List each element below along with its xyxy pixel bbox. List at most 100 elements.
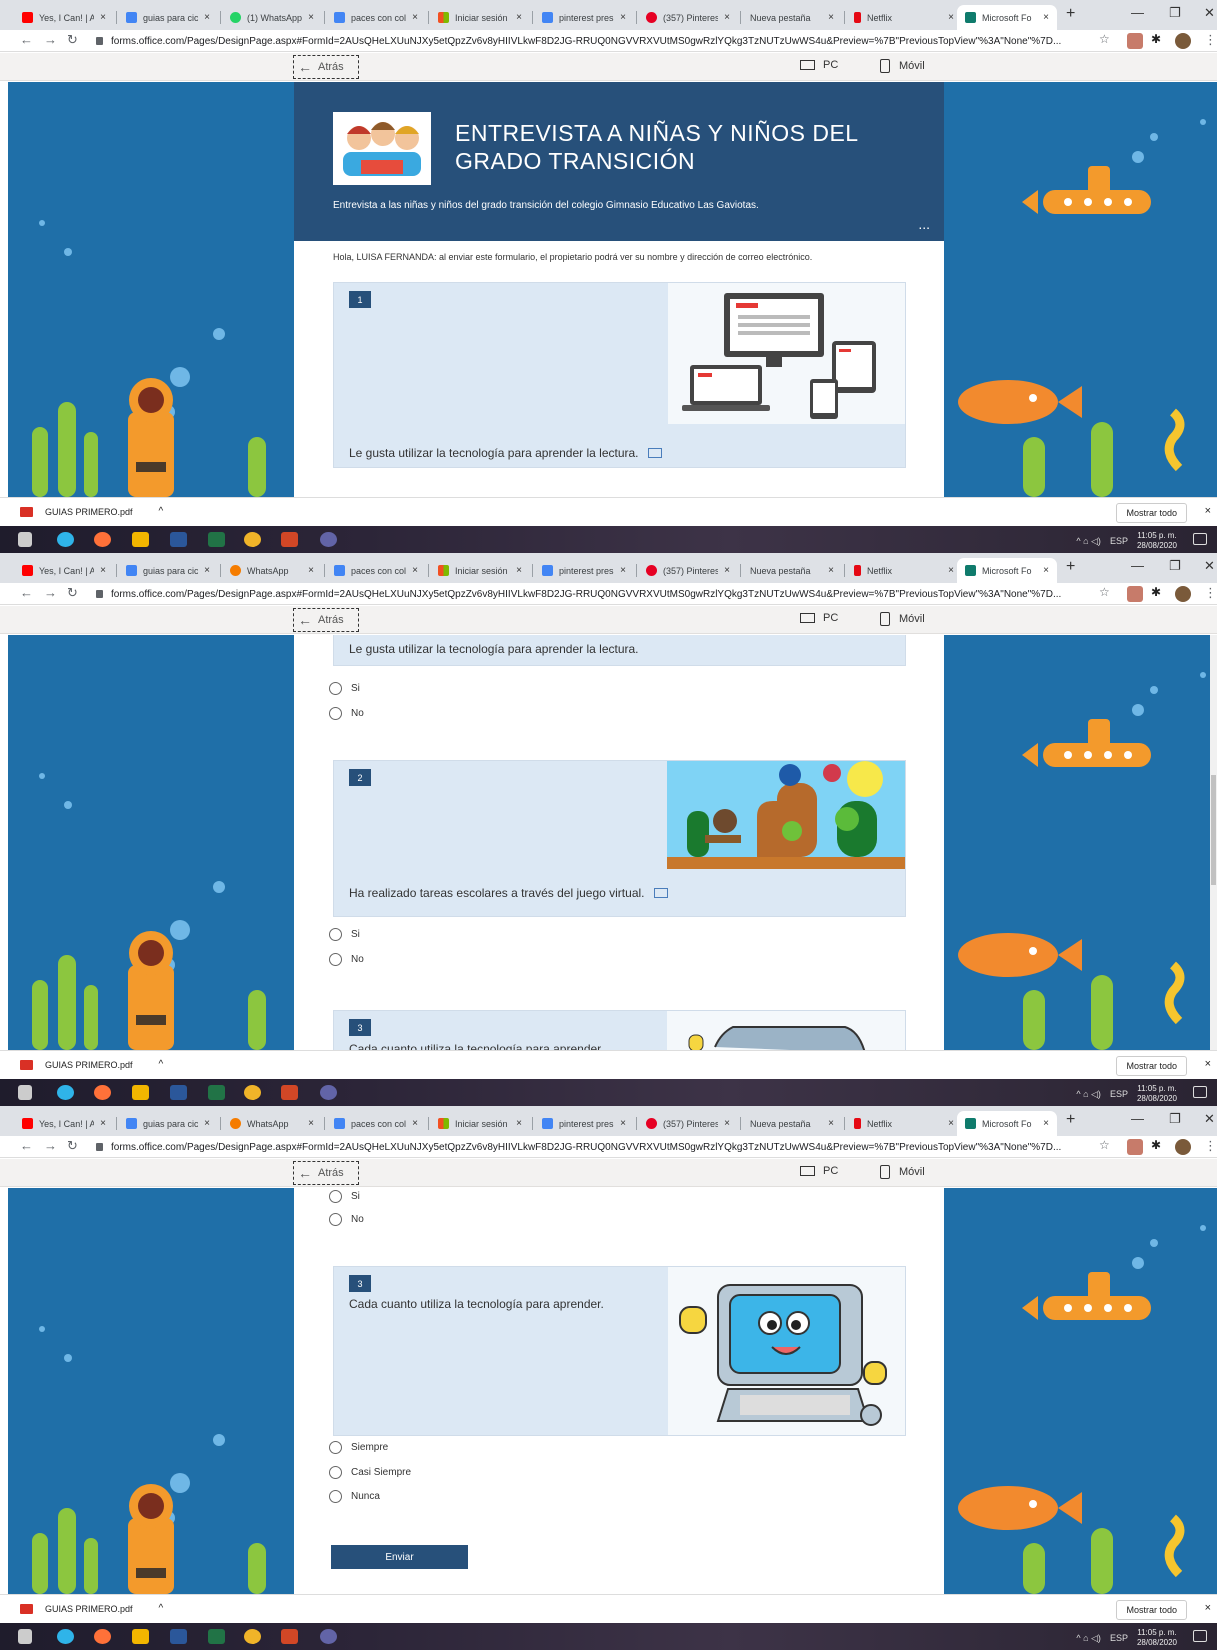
tab-google-pinterest[interactable]: pinterest pres × (534, 1111, 634, 1136)
reload-icon[interactable]: ↻ (67, 1138, 78, 1154)
close-tab-icon[interactable]: × (100, 565, 106, 576)
tab-microsoft-login[interactable]: Iniciar sesión × (430, 558, 530, 583)
option-siempre[interactable]: Siempre (329, 1441, 388, 1454)
notifications-icon[interactable] (1193, 1086, 1207, 1098)
radio-button[interactable] (329, 1213, 342, 1226)
download-item[interactable]: GUIAS PRIMERO.pdf ^ (20, 1059, 163, 1070)
show-all-button[interactable]: Mostrar todo (1116, 1600, 1187, 1620)
url-field[interactable]: forms.office.com/Pages/DesignPage.aspx#F… (96, 1138, 1101, 1156)
caret-up-icon[interactable]: ^ (159, 1059, 164, 1070)
tab-google-paces[interactable]: paces con col × (326, 558, 426, 583)
clock[interactable]: 11:05 p. m. 28/08/2020 (1137, 1084, 1177, 1104)
tab-google-paces[interactable]: paces con col × (326, 5, 426, 30)
notifications-icon[interactable] (1193, 1630, 1207, 1642)
close-tab-icon[interactable]: × (412, 1118, 418, 1129)
tab-google-guias[interactable]: guias para cic × (118, 558, 218, 583)
close-tab-icon[interactable]: × (308, 1118, 314, 1129)
teams-icon[interactable] (320, 1629, 337, 1644)
tray-icons[interactable]: ^ ⌂ ◁) (1076, 1633, 1101, 1644)
extension-icon[interactable] (1127, 586, 1143, 602)
close-tab-icon[interactable]: × (948, 565, 954, 576)
notifications-icon[interactable] (1193, 533, 1207, 545)
show-all-button[interactable]: Mostrar todo (1116, 503, 1187, 523)
option-no[interactable]: No (329, 707, 364, 720)
tab-google-pinterest[interactable]: pinterest pres × (534, 5, 634, 30)
extensions-puzzle-icon[interactable]: ✱ (1151, 1138, 1161, 1152)
task-view-icon[interactable] (18, 1085, 32, 1100)
menu-dots-icon[interactable]: ⋮ (1204, 1138, 1217, 1154)
excel-icon[interactable] (208, 1629, 225, 1644)
tab-youtube[interactable]: Yes, I Can! | Al × (14, 5, 114, 30)
back-button[interactable]: ← Atrás (293, 608, 359, 632)
close-tab-icon[interactable]: × (620, 12, 626, 23)
caret-up-icon[interactable]: ^ (159, 1603, 164, 1614)
pc-view-button[interactable]: PC (800, 1165, 838, 1177)
close-tab-icon[interactable]: × (1043, 565, 1049, 576)
close-tab-icon[interactable]: × (516, 565, 522, 576)
window-close-icon[interactable]: ✕ (1204, 1111, 1215, 1127)
teams-icon[interactable] (320, 532, 337, 547)
more-options-icon[interactable]: ... (918, 216, 930, 232)
language-indicator[interactable]: ESP (1110, 1633, 1128, 1643)
close-tab-icon[interactable]: × (1043, 12, 1049, 23)
bookmark-star-icon[interactable]: ☆ (1099, 585, 1110, 599)
tab-microsoft-forms[interactable]: Microsoft Fo × (957, 558, 1057, 583)
back-arrow-icon[interactable]: ← (20, 1138, 33, 1153)
restore-icon[interactable]: ❐ (1169, 5, 1181, 21)
tab-pinterest[interactable]: (357) Pinteres × (638, 1111, 738, 1136)
option-si[interactable]: Si (329, 1190, 360, 1203)
close-tab-icon[interactable]: × (828, 565, 834, 576)
tab-netflix[interactable]: Netflix × (846, 558, 962, 583)
tab-youtube[interactable]: Yes, I Can! | Al × (14, 558, 114, 583)
reload-icon[interactable]: ↻ (67, 585, 78, 601)
tab-microsoft-forms[interactable]: Microsoft Fo × (957, 1111, 1057, 1136)
reload-icon[interactable]: ↻ (67, 32, 78, 48)
bookmark-star-icon[interactable]: ☆ (1099, 32, 1110, 46)
submit-button[interactable]: Enviar (331, 1545, 468, 1569)
tab-new-tab[interactable]: Nueva pestaña × (742, 1111, 842, 1136)
word-icon[interactable] (170, 1085, 187, 1100)
close-tab-icon[interactable]: × (412, 12, 418, 23)
back-button[interactable]: ← Atrás (293, 1161, 359, 1185)
tab-whatsapp[interactable]: WhatsApp × (222, 558, 322, 583)
tab-google-pinterest[interactable]: pinterest pres × (534, 558, 634, 583)
tab-microsoft-login[interactable]: Iniciar sesión × (430, 1111, 530, 1136)
mobile-view-button[interactable]: Móvil (880, 59, 925, 73)
forward-arrow-icon[interactable]: → (44, 1138, 57, 1153)
back-button[interactable]: ← Atrás (293, 55, 359, 79)
download-item[interactable]: GUIAS PRIMERO.pdf ^ (20, 506, 163, 517)
caret-up-icon[interactable]: ^ (159, 506, 164, 517)
file-explorer-icon[interactable] (132, 532, 149, 547)
tab-microsoft-forms[interactable]: Microsoft Fo × (957, 5, 1057, 30)
teams-icon[interactable] (320, 1085, 337, 1100)
forward-arrow-icon[interactable]: → (44, 32, 57, 47)
excel-icon[interactable] (208, 532, 225, 547)
tab-netflix[interactable]: Netflix × (846, 5, 962, 30)
powerpoint-icon[interactable] (281, 1085, 298, 1100)
minimize-icon[interactable]: — (1131, 1111, 1144, 1126)
mobile-view-button[interactable]: Móvil (880, 1165, 925, 1179)
profile-avatar[interactable] (1175, 586, 1191, 602)
profile-avatar[interactable] (1175, 33, 1191, 49)
radio-button[interactable] (329, 928, 342, 941)
restore-icon[interactable]: ❐ (1169, 558, 1181, 574)
chrome-icon[interactable] (244, 1085, 261, 1100)
firefox-icon[interactable] (94, 1629, 111, 1644)
tab-new-tab[interactable]: Nueva pestaña × (742, 558, 842, 583)
close-downloads-icon[interactable]: × (1205, 1058, 1211, 1070)
extension-icon[interactable] (1127, 1139, 1143, 1155)
radio-button[interactable] (329, 682, 342, 695)
new-tab-button[interactable]: + (1066, 5, 1075, 23)
back-arrow-icon[interactable]: ← (20, 585, 33, 600)
file-explorer-icon[interactable] (132, 1085, 149, 1100)
task-view-icon[interactable] (18, 1629, 32, 1644)
chrome-icon[interactable] (244, 532, 261, 547)
tab-microsoft-login[interactable]: Iniciar sesión × (430, 5, 530, 30)
tab-google-paces[interactable]: paces con col × (326, 1111, 426, 1136)
close-tab-icon[interactable]: × (308, 12, 314, 23)
option-casi-siempre[interactable]: Casi Siempre (329, 1466, 411, 1479)
powerpoint-icon[interactable] (281, 1629, 298, 1644)
new-tab-button[interactable]: + (1066, 1111, 1075, 1129)
pc-view-button[interactable]: PC (800, 59, 838, 71)
tab-whatsapp[interactable]: (1) WhatsApp × (222, 5, 322, 30)
